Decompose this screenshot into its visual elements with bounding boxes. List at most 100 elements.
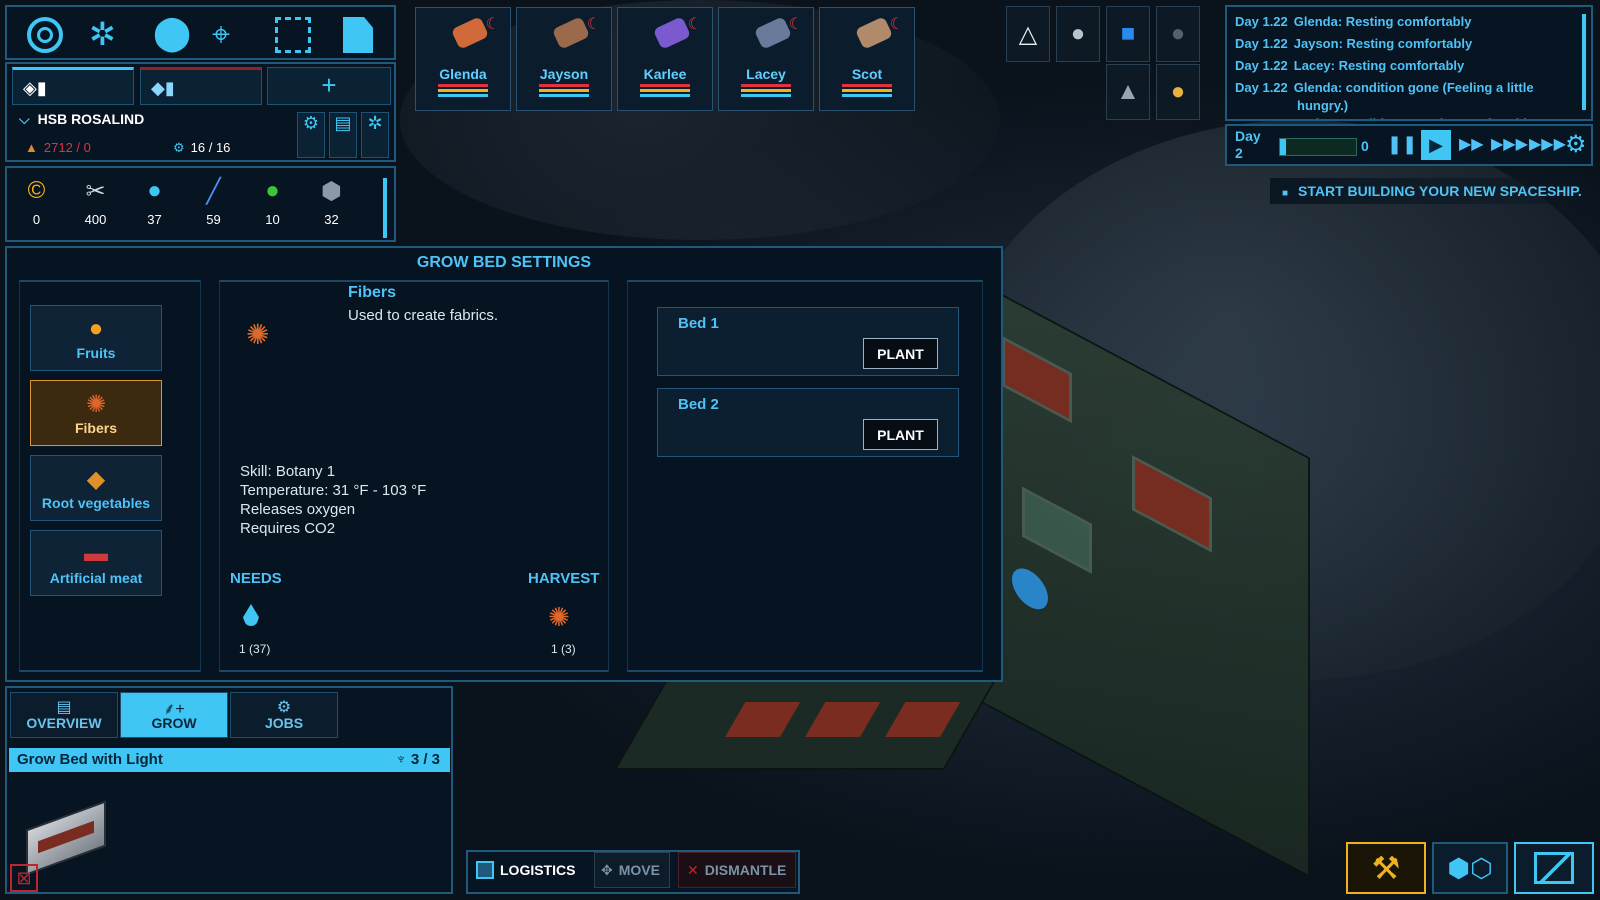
move-button[interactable]: ✥ MOVE (594, 852, 670, 888)
grow-icon: ⸙+ (163, 701, 185, 718)
status-bar (438, 84, 488, 87)
water-icon: ● (147, 177, 162, 204)
dialog-title: GROW BED SETTINGS (416, 254, 592, 271)
build-tools-button[interactable]: ⚒ (1346, 842, 1426, 894)
add-ship-button[interactable]: + (267, 67, 391, 105)
crew-sprite (753, 16, 793, 50)
resource-biomass[interactable]: ● 10 (243, 168, 302, 240)
deconstruct-icon[interactable]: ⊠ (10, 864, 38, 892)
sleep-moon-icon: ☾ (687, 16, 702, 33)
root-vegetable-icon: ◆ (86, 466, 106, 493)
dismantle-button[interactable]: ✕ DISMANTLE (678, 852, 796, 888)
document-icon[interactable] (343, 17, 373, 53)
ship-slot-1[interactable]: ◈▮ (12, 67, 134, 105)
resource-crate[interactable]: ⬢ 32 (302, 168, 361, 240)
log-text: Lacey: Resting comfortably (1293, 58, 1465, 73)
ship-modules-button[interactable]: ▤ (329, 112, 357, 158)
grow-bed-row[interactable] (614, 680, 996, 770)
log-entry: hungry.) (1235, 99, 1583, 113)
fast-forward-button[interactable]: ▶▶ (1459, 134, 1484, 154)
crystal-icon: ╱ (206, 177, 221, 205)
tab-grow[interactable]: ⸙+ GROW (120, 692, 228, 738)
crew-portrait-lacey[interactable]: ☾ Lacey (718, 7, 814, 111)
category-fibers[interactable]: ✺ Fibers (30, 380, 162, 446)
status-bar (842, 89, 892, 92)
plant-button[interactable]: PLANT (863, 419, 938, 450)
harvest-value: 1 (3) (551, 642, 576, 656)
resource-value: 32 (324, 212, 339, 227)
crew-sprite (854, 16, 894, 50)
crew-name: Karlee (643, 66, 687, 82)
log-day: Day 1.22 (1235, 58, 1288, 73)
target-icon[interactable] (27, 17, 63, 53)
ship-shield-icon: ◆▮ (151, 78, 175, 98)
status-bar (640, 89, 690, 92)
meat-icon: ▬ (84, 540, 108, 567)
faster-forward-button[interactable]: ▶▶▶ (1491, 134, 1528, 154)
objective-banner[interactable]: ■ START BUILDING YOUR NEW SPACESHIP. (1270, 178, 1590, 204)
gold-nugget-icon[interactable]: ● (1156, 64, 1200, 120)
dust-pile-icon[interactable]: ▲ (1106, 64, 1150, 120)
crew-capacity: ⚙ 16 / 16 (173, 140, 231, 155)
logistics-button[interactable]: LOGISTICS (476, 852, 575, 888)
log-entry: Day 1.22 Glenda: Resting comfortably (1235, 11, 1583, 33)
fullscreen-icon[interactable] (275, 17, 311, 53)
object-name: Grow Bed with Light (17, 751, 163, 768)
crew-portrait-scot[interactable]: ☾ Scot (819, 7, 915, 111)
zone-button[interactable] (1514, 842, 1594, 894)
crew-person-icon[interactable]: ✲ (89, 15, 116, 53)
play-button[interactable]: ▶ (1421, 130, 1451, 160)
ice-shard-icon[interactable]: △ (1006, 6, 1050, 62)
status-bar (741, 84, 791, 87)
co2-requirement: Requires CO2 (240, 520, 336, 537)
category-fruits[interactable]: ● Fruits (30, 305, 162, 371)
resource-water[interactable]: ● 37 (125, 168, 184, 240)
fastest-forward-button[interactable]: ▶▶▶ (1529, 134, 1566, 154)
water-drop-icon[interactable]: ⬤ (153, 13, 191, 53)
blue-cube-icon[interactable]: ■ (1106, 6, 1150, 62)
main-nav-bar: ✲ ⬤ ⌖ (5, 5, 396, 60)
resource-value: 400 (84, 212, 107, 227)
resource-tools[interactable]: ✂ 400 (66, 168, 125, 240)
mass-readout: ▲ 2712 / 0 (25, 140, 91, 155)
blueprint-button[interactable]: ⬢⬡ (1432, 842, 1508, 894)
status-bar (741, 94, 791, 97)
crosshair-icon[interactable]: ⌖ (212, 16, 230, 54)
tab-jobs[interactable]: ⚙ JOBS (230, 692, 338, 738)
resource-value: 59 (206, 212, 221, 227)
weight-icon: ▲ (25, 140, 38, 155)
crew-sprite (450, 16, 490, 50)
resource-credits[interactable]: © 0 (7, 168, 66, 240)
ship-crew-button[interactable]: ✲ (361, 112, 389, 158)
ship-slot-2[interactable]: ◆▮ (140, 67, 262, 105)
harvest-label: HARVEST (528, 570, 600, 587)
event-log[interactable]: Day 1.22 Glenda: Resting comfortably Day 1… (1225, 5, 1593, 121)
resource-value: 10 (265, 212, 280, 227)
category-artificial-meat[interactable]: ▬ Artificial meat (30, 530, 162, 596)
resource-scrollbar[interactable] (383, 178, 387, 238)
rock-ore-icon[interactable]: ● (1056, 6, 1100, 62)
credits-icon: © (27, 177, 46, 204)
bed-slot-2: Bed 2 PLANT (657, 388, 959, 457)
status-bar (640, 94, 690, 97)
crew-name: Lacey (746, 66, 786, 82)
ship-name[interactable]: ⌵ HSB ROSALIND (19, 111, 144, 128)
crew-status-bars (741, 84, 791, 99)
log-scrollbar[interactable] (1582, 14, 1586, 110)
crew-portrait-karlee[interactable]: ☾ Karlee (617, 7, 713, 111)
gear-icon[interactable]: ⚙ (1565, 130, 1587, 159)
pause-button[interactable]: ❚❚ (1387, 134, 1417, 155)
category-root-vegetables[interactable]: ◆ Root vegetables (30, 455, 162, 521)
jobs-icon: ⚙ (276, 699, 292, 716)
object-title-bar: Grow Bed with Light ♆ 3 / 3 (9, 748, 450, 772)
ship-systems-button[interactable]: ⚙ (297, 112, 325, 158)
category-label: Artificial meat (49, 570, 143, 586)
resource-crystal[interactable]: ╱ 59 (184, 168, 243, 240)
tab-overview[interactable]: ▤ OVERVIEW (10, 692, 118, 738)
crew-portrait-glenda[interactable]: ☾ Glenda (415, 7, 511, 111)
oxygen-output: Releases oxygen (240, 501, 356, 518)
crew-portrait-jayson[interactable]: ☾ Jayson (516, 7, 612, 111)
plant-button[interactable]: PLANT (863, 338, 938, 369)
ship-panel: ◈▮ ◆▮ + ⌵ HSB ROSALIND ▲ 2712 / 0 ⚙ 16 / 16… (5, 62, 396, 162)
coal-icon[interactable]: ● (1156, 6, 1200, 62)
